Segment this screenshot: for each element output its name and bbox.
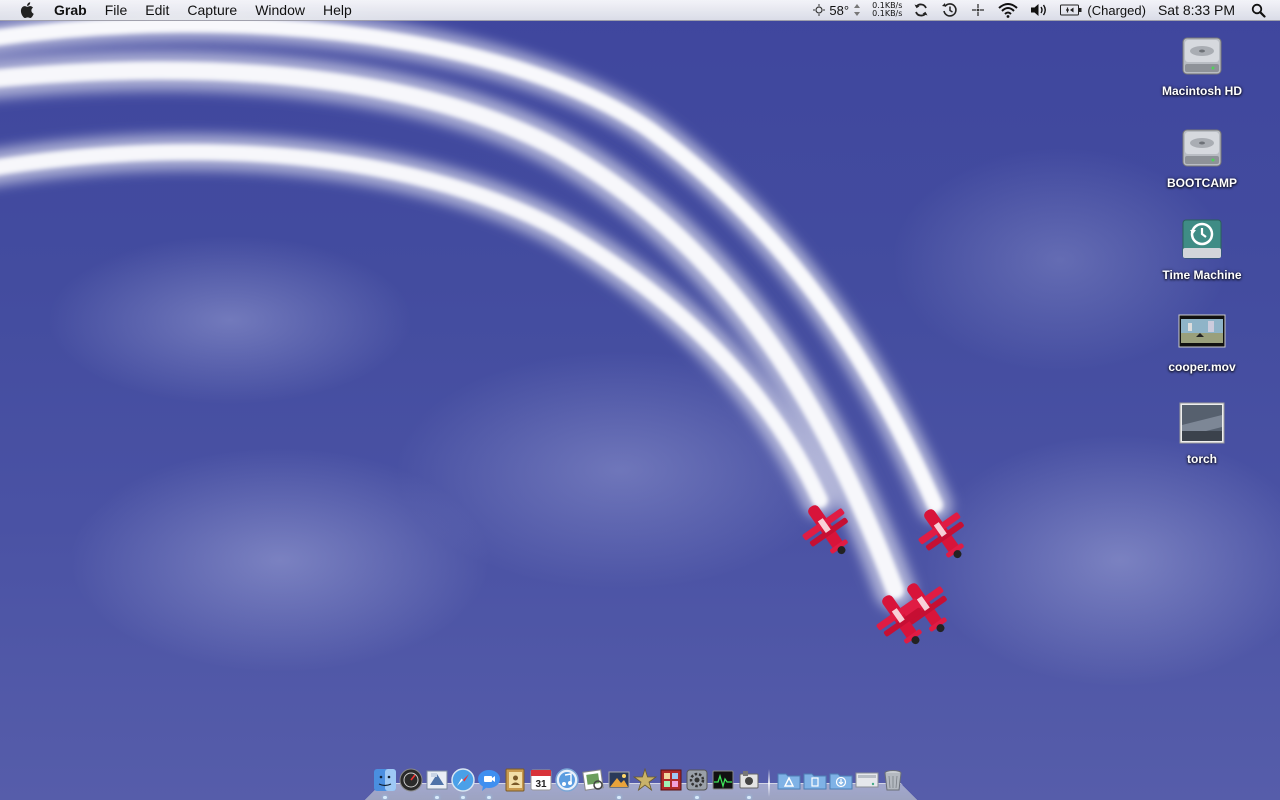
desktop-icon-bootcamp[interactable]: BOOTCAMP (1147, 120, 1257, 190)
desktop-icon-label: Time Machine (1162, 268, 1242, 282)
movie-file-icon (1175, 304, 1229, 358)
weather-icon (813, 4, 826, 16)
desktop-icon-torch[interactable]: torch (1147, 396, 1257, 466)
desktop-icon-label: Macintosh HD (1161, 84, 1242, 98)
running-indicator (617, 796, 621, 799)
ichat-icon[interactable] (477, 768, 501, 799)
hard-drive-icon (1175, 28, 1229, 82)
finder-icon[interactable] (373, 768, 397, 799)
net-download-rate: 0.1KB/s (872, 9, 903, 18)
dashboard-icon[interactable] (399, 768, 423, 792)
battery-menu-extra[interactable]: (Charged) (1054, 0, 1152, 21)
network-activity-meter[interactable]: 0.1KB/s 0.1KB/s (867, 2, 907, 18)
system-preferences-icon[interactable] (685, 768, 709, 799)
menu-app-name[interactable]: Grab (52, 0, 96, 21)
wallpaper-image (0, 7, 964, 645)
menu-capture[interactable]: Capture (178, 0, 246, 21)
bluetooth-icon[interactable] (964, 0, 992, 21)
apple-logo-icon[interactable] (18, 1, 36, 19)
address-book-icon[interactable] (503, 768, 527, 792)
volume-icon[interactable] (1024, 0, 1054, 21)
desktop-icon-label: BOOTCAMP (1167, 176, 1237, 190)
running-indicator (487, 796, 491, 799)
running-indicator (383, 796, 387, 799)
weather-arrows-icon (854, 4, 861, 16)
desktop-icon-label: cooper.mov (1168, 360, 1236, 374)
image-file-icon (1175, 396, 1229, 450)
mail-icon[interactable] (425, 768, 449, 799)
network-icon[interactable] (855, 768, 879, 792)
menu-help[interactable]: Help (314, 0, 361, 21)
desktop: Grab File Edit Capture Window Help 58° 0… (0, 0, 1280, 800)
weather-menu-extra[interactable]: 58° (807, 0, 867, 21)
weather-temperature: 58° (829, 2, 850, 18)
running-indicator (435, 796, 439, 799)
ical-icon[interactable]: 31 (529, 768, 553, 792)
itunes-icon[interactable] (555, 768, 579, 792)
desktop-icon-time-machine[interactable]: Time Machine (1147, 212, 1257, 282)
menu-clock[interactable]: Sat 8:33 PM (1152, 0, 1245, 21)
svg-text:31: 31 (535, 779, 547, 790)
activity-monitor-icon[interactable] (711, 768, 735, 792)
menu-bar: Grab File Edit Capture Window Help 58° 0… (0, 0, 1280, 21)
battery-status-label: (Charged) (1087, 2, 1146, 18)
running-indicator (747, 796, 751, 799)
desktop-icon-label: torch (1187, 452, 1217, 466)
photo-booth-icon[interactable] (659, 768, 683, 792)
menu-window[interactable]: Window (246, 0, 314, 21)
menu-file[interactable]: File (96, 0, 137, 21)
preview-icon[interactable] (581, 768, 605, 792)
trash-icon[interactable] (881, 768, 905, 792)
safari-icon[interactable] (451, 768, 475, 799)
applications-folder-icon[interactable] (777, 768, 801, 792)
battery-icon (1060, 4, 1082, 16)
wifi-icon[interactable] (992, 0, 1024, 21)
dock: 31 (372, 762, 912, 800)
spotlight-icon[interactable] (1245, 0, 1280, 21)
iphoto-icon[interactable] (607, 768, 631, 799)
documents-folder-icon[interactable] (803, 768, 827, 792)
hard-drive-icon (1175, 120, 1229, 174)
downloads-folder-icon[interactable] (829, 768, 853, 792)
dock-separator (768, 769, 770, 797)
desktop-icon-cooper-mov[interactable]: cooper.mov (1147, 304, 1257, 374)
running-indicator (695, 796, 699, 799)
running-indicator (461, 796, 465, 799)
time-machine-icon[interactable] (935, 0, 964, 21)
imovie-icon[interactable] (633, 768, 657, 792)
sync-icon[interactable] (907, 0, 935, 21)
menu-edit[interactable]: Edit (136, 0, 178, 21)
grab-icon[interactable] (737, 768, 761, 799)
desktop-icon-macintosh-hd[interactable]: Macintosh HD (1147, 28, 1257, 98)
time-machine-drive-icon (1175, 212, 1229, 266)
